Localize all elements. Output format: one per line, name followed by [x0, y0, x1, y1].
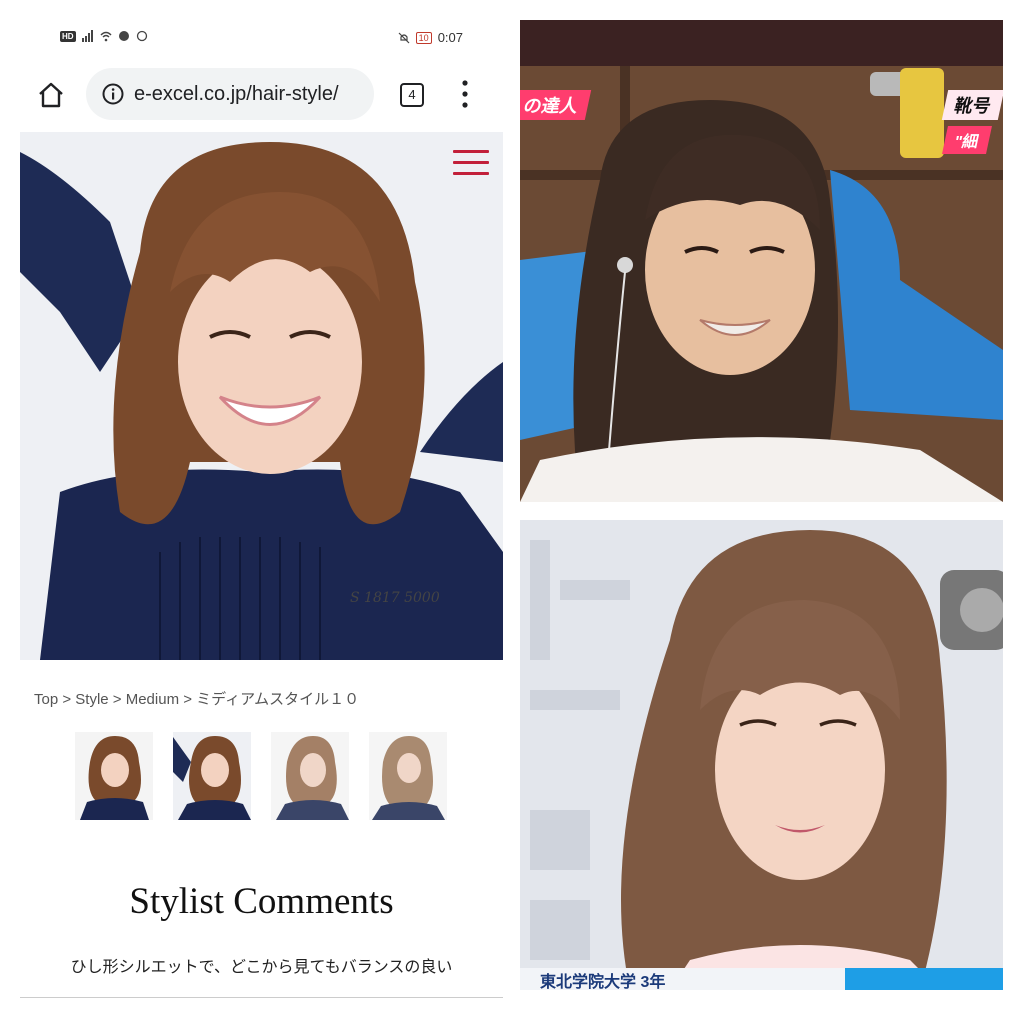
- sync-icon: [136, 30, 147, 42]
- hero-hairstyle-photo: S 1817 5000: [20, 132, 503, 660]
- info-icon[interactable]: [102, 83, 124, 105]
- status-left: HD: [60, 30, 148, 42]
- status-right: 10 0:07: [398, 30, 463, 45]
- home-icon[interactable]: [36, 80, 66, 110]
- address-bar[interactable]: e-excel.co.jp/hair-style/: [86, 68, 374, 120]
- section-title: Stylist Comments: [129, 881, 394, 922]
- phone-screenshot: HD 10 0:07 e-excel.co.jp/hair-style/ 4 S…: [20, 20, 503, 1002]
- url-text[interactable]: e-excel.co.jp/hair-style/: [134, 83, 366, 106]
- tv-still-top: の達人 靴号 "細: [520, 20, 1003, 502]
- status-bar: HD 10 0:07: [20, 20, 503, 56]
- battery-icon: 10: [415, 31, 432, 44]
- breadcrumb[interactable]: Top > Style > Medium > ミディアムスタイル１０: [34, 688, 359, 709]
- hamburger-menu-icon[interactable]: [453, 148, 489, 178]
- tv-still-top-art: [520, 20, 1003, 502]
- tv-still-bottom-art: [520, 520, 1003, 990]
- thumbnail-front[interactable]: [75, 732, 153, 820]
- tab-switcher-button[interactable]: 4: [400, 83, 424, 107]
- tv-caption-left: の達人: [520, 90, 592, 120]
- mute-bell-icon: [398, 32, 410, 43]
- stylist-comment: ひし形シルエットで、どこから見てもバランスの良い: [70, 957, 453, 976]
- thumbnail-strip: [75, 732, 455, 820]
- hd-badge: HD: [60, 30, 76, 42]
- overflow-menu-icon[interactable]: [460, 79, 470, 109]
- clock: 0:07: [437, 30, 463, 45]
- signal-icon: [81, 30, 93, 42]
- wifi-icon: [100, 31, 112, 42]
- tv-caption-right: 靴号: [941, 90, 1003, 120]
- hero-watermark: S 1817 5000: [350, 590, 440, 606]
- tv-ticker: 東北学院大学 3年: [540, 974, 666, 990]
- thumbnail-arms-up[interactable]: [173, 732, 251, 820]
- browser-toolbar: e-excel.co.jp/hair-style/ 4: [20, 66, 503, 124]
- data-saver-icon: [118, 31, 129, 41]
- tv-caption-right-sub: "細: [942, 126, 992, 154]
- thumbnail-back[interactable]: [369, 732, 447, 820]
- tv-still-bottom: 東北学院大学 3年: [520, 520, 1003, 990]
- divider: [20, 997, 503, 998]
- hero-photo-art: S 1817 5000: [20, 132, 503, 660]
- thumbnail-side[interactable]: [271, 732, 349, 820]
